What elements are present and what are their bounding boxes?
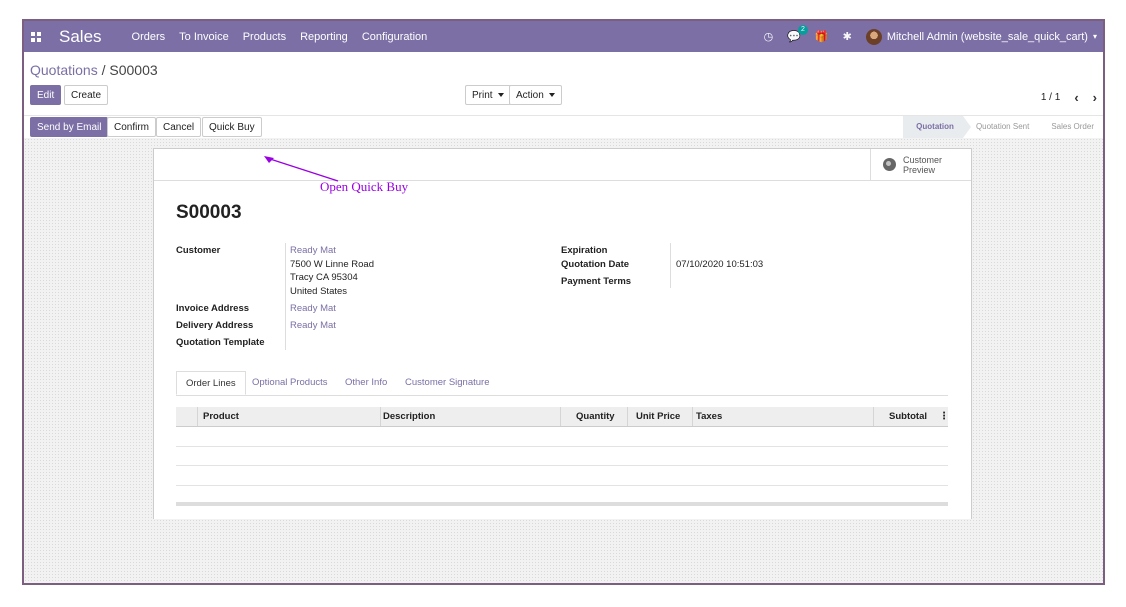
field-divider [285,243,286,350]
tab-customer-signature[interactable]: Customer Signature [396,371,498,395]
col-description[interactable]: Description [383,407,435,426]
field-divider [670,243,671,288]
stage-quotation-sent[interactable]: Quotation Sent [963,116,1038,138]
col-product[interactable]: Product [203,407,239,426]
breadcrumb: Quotations / S00003 [30,62,158,78]
breadcrumb-separator: / [101,62,106,78]
menu-to-invoice[interactable]: To Invoice [179,31,229,43]
action-button[interactable]: Action [509,85,562,105]
chat-icon[interactable]: 💬 2 [787,25,808,43]
menu-orders[interactable]: Orders [132,31,166,43]
app-brand[interactable]: Sales [59,27,102,47]
user-name: Mitchell Admin (website_sale_quick_cart) [886,30,1088,43]
breadcrumb-current: S00003 [109,62,158,78]
menu-products[interactable]: Products [243,31,286,43]
table-row [176,447,948,466]
invoice-address-label: Invoice Address [176,303,250,314]
customer-link[interactable]: Ready Mat [290,244,336,258]
column-separator [560,407,561,426]
pager: 1 / 1 ‹ › [1041,90,1097,105]
delivery-address-label: Delivery Address [176,320,254,331]
cancel-button[interactable]: Cancel [156,117,202,137]
form-content-area: Customer Preview S00003 Customer Ready M… [24,138,1103,583]
notebook-tabs: Order Lines Optional Products Other Info… [176,371,948,396]
col-quantity[interactable]: Quantity [576,407,615,426]
customer-preview-label-line2: Preview [903,164,936,175]
stage-quotation[interactable]: Quotation [903,116,971,138]
column-separator [380,407,381,426]
order-lines-table: Product Description Quantity Unit Price … [176,407,949,506]
create-button[interactable]: Create [64,85,109,105]
payment-terms-label: Payment Terms [561,276,632,287]
edit-button[interactable]: Edit [30,85,62,105]
avatar [865,28,882,45]
breadcrumb-quotations[interactable]: Quotations [30,62,98,78]
confirm-button[interactable]: Confirm [107,117,157,137]
pager-value: 1 / 1 [1040,92,1061,103]
col-subtotal[interactable]: Subtotal [889,407,927,426]
expiration-label: Expiration [561,245,608,256]
activity-clock-icon[interactable]: ◷ [764,30,774,43]
apps-menu-icon[interactable] [31,31,41,42]
annotation-label: Open Quick Buy [320,179,409,194]
stage-pipeline: Quotation Quotation Sent Sales Order [903,116,1103,138]
table-footer [176,501,948,506]
column-options-icon[interactable]: ⋮ [939,407,949,426]
gift-icon[interactable]: 🎁 [815,30,829,43]
action-label: Action [516,90,544,101]
customer-address-line2: Tracy CA 95304 [290,272,358,283]
table-row [176,427,948,447]
menu-configuration[interactable]: Configuration [362,31,427,43]
customer-address-line1: 7500 W Linne Road [290,259,374,270]
customer-preview-label: Customer Preview [903,155,942,175]
user-menu[interactable]: Mitchell Admin (website_sale_quick_cart)… [865,28,1097,45]
customer-label: Customer [176,245,221,256]
quotation-template-label: Quotation Template [176,337,265,348]
debug-bug-icon[interactable]: ✱ [843,30,852,43]
table-row [176,466,948,486]
stage-sales-order[interactable]: Sales Order [1038,116,1103,138]
chevron-right-icon[interactable]: › [1093,90,1097,105]
tab-optional-products[interactable]: Optional Products [243,371,337,395]
delivery-address-link[interactable]: Ready Mat [290,319,336,333]
caret-down-icon [548,93,555,98]
quick-buy-button[interactable]: Quick Buy [202,117,262,137]
invoice-address-link[interactable]: Ready Mat [290,302,336,316]
column-separator [627,407,628,426]
top-navbar: Sales Orders To Invoice Products Reporti… [24,21,1103,52]
caret-down-icon [497,93,504,98]
chat-badge: 2 [798,25,808,35]
customer-preview-label-line1: Customer [903,154,943,165]
chevron-left-icon[interactable]: ‹ [1074,90,1078,105]
app-frame: Sales Orders To Invoice Products Reporti… [22,19,1105,585]
form-sheet: Customer Preview S00003 Customer Ready M… [153,148,972,519]
quotation-date-label: Quotation Date [561,259,630,270]
column-separator [692,407,693,426]
form-statusbar: Send by Email Confirm Cancel Quick Buy Q… [24,115,1103,139]
order-title: S00003 [176,202,242,223]
tab-order-lines[interactable]: Order Lines [176,371,246,395]
column-separator [197,407,198,426]
customer-address-line3: United States [290,286,348,297]
chevron-down-icon: ▾ [1092,32,1097,41]
col-unit-price[interactable]: Unit Price [636,407,680,426]
customer-preview-button[interactable]: Customer Preview [870,149,971,180]
send-by-email-button[interactable]: Send by Email [30,117,109,137]
col-taxes[interactable]: Taxes [696,407,722,426]
quotation-date-value[interactable]: 07/10/2020 10:51:03 [676,258,763,272]
print-button[interactable]: Print [465,85,511,105]
print-label: Print [472,90,493,101]
tab-other-info[interactable]: Other Info [336,371,396,395]
globe-icon [883,158,896,171]
menu-reporting[interactable]: Reporting [300,31,348,43]
column-separator [873,407,874,426]
table-header: Product Description Quantity Unit Price … [176,407,949,427]
